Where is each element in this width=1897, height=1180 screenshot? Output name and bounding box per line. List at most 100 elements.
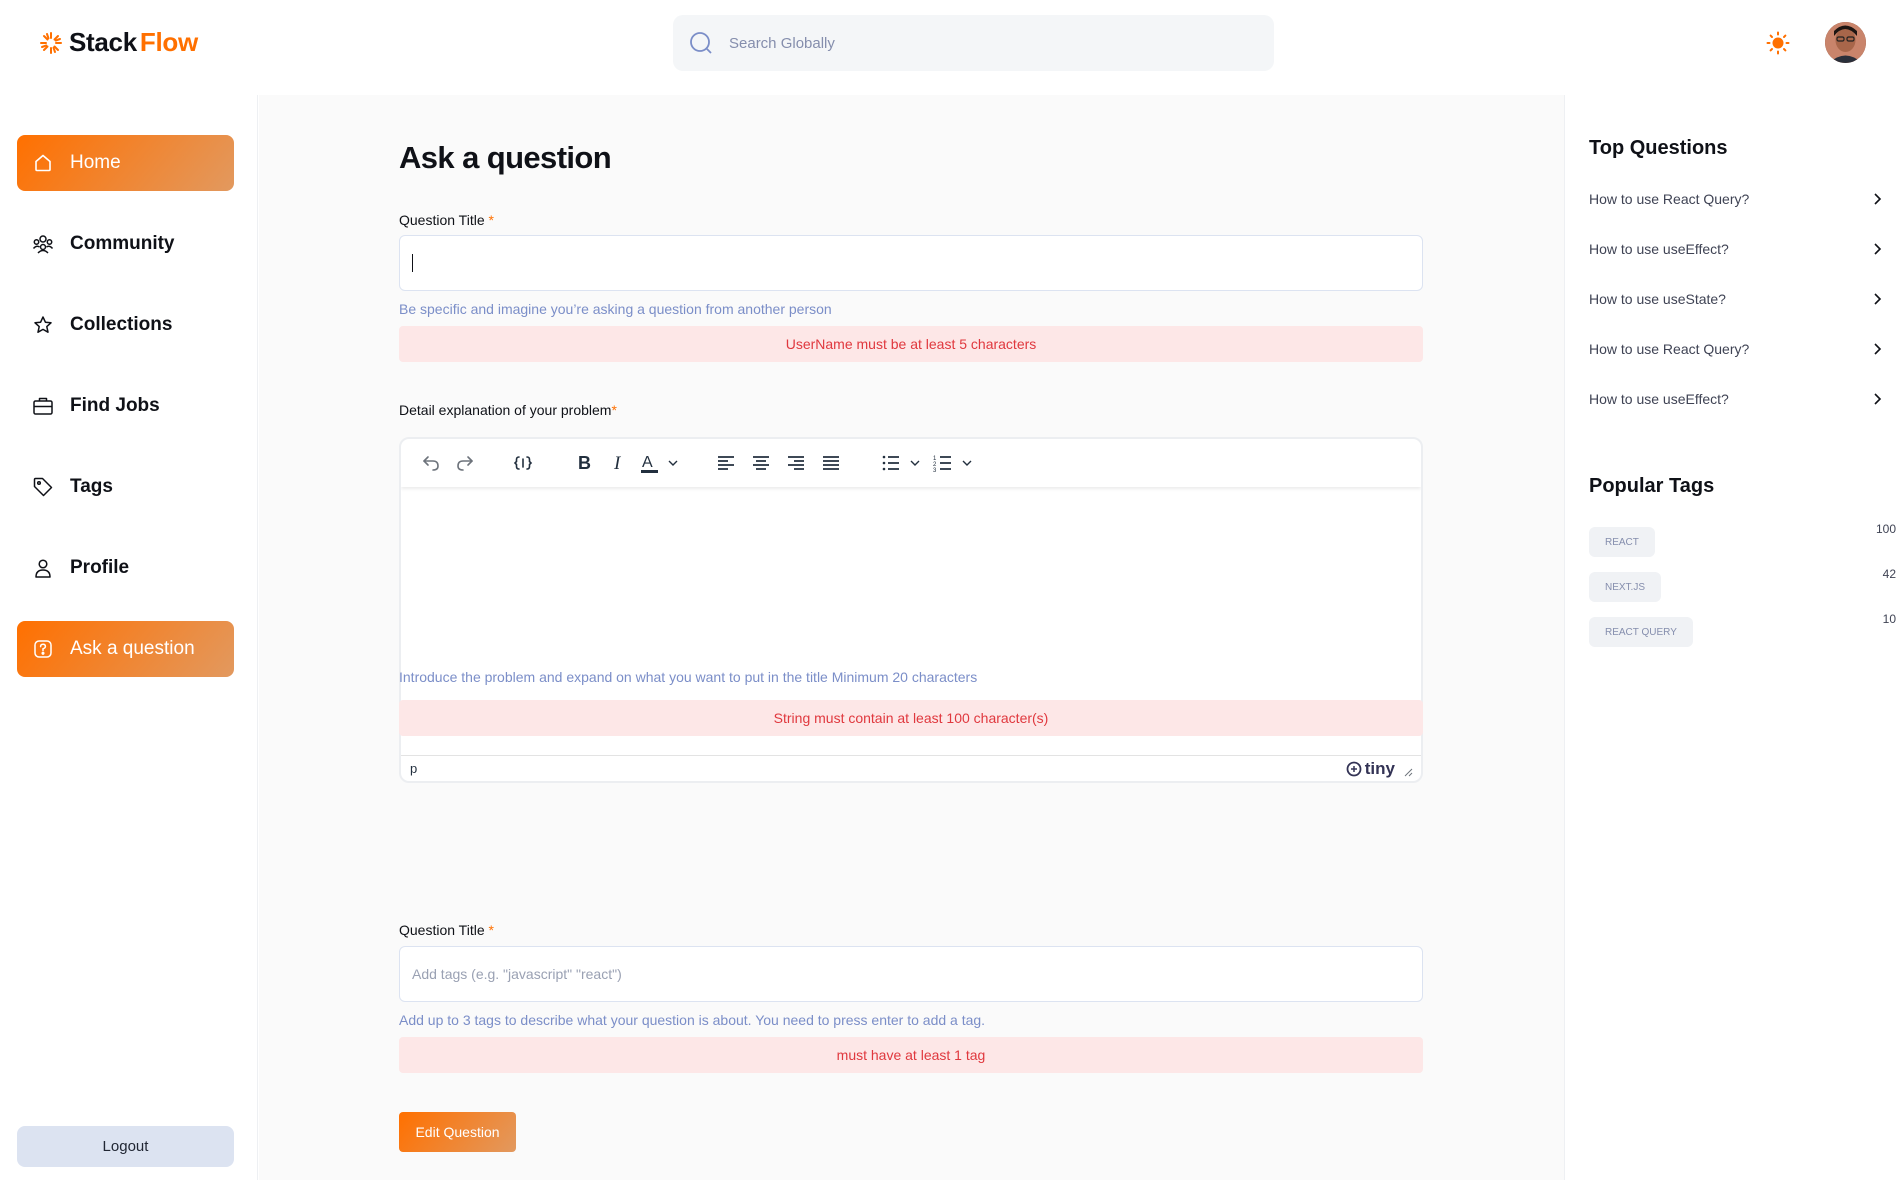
top-question-item[interactable]: How to use useEffect? <box>1589 387 1884 411</box>
sidebar-item-ask-question[interactable]: Ask a question <box>17 621 234 677</box>
text-color-icon[interactable]: A <box>639 451 681 475</box>
question-icon <box>32 638 54 660</box>
sidebar-item-label: Find Jobs <box>70 395 160 416</box>
star-icon <box>32 314 54 336</box>
required-mark: * <box>611 402 617 418</box>
tags-placeholder: Add tags (e.g. "javascript" "react") <box>412 966 622 982</box>
logout-button[interactable]: Logout <box>17 1126 234 1167</box>
tags-label: Question Title * <box>399 922 494 938</box>
text-caret <box>412 254 413 272</box>
sidebar-item-find-jobs[interactable]: Find Jobs <box>17 378 234 434</box>
user-avatar[interactable] <box>1825 22 1866 63</box>
chevron-right-icon <box>1870 192 1884 206</box>
question-title-error: UserName must be at least 5 characters <box>399 326 1423 362</box>
sidebar-item-label: Home <box>70 152 121 173</box>
sidebar-item-collections[interactable]: Collections <box>17 297 234 353</box>
tag-count: 100 <box>1875 522 1896 536</box>
main-content: Ask a question Question Title * Be speci… <box>259 95 1564 1180</box>
question-title-hint: Be specific and imagine you’re asking a … <box>399 301 832 317</box>
bullet-list-icon[interactable] <box>881 451 923 475</box>
sidebar-item-label: Community <box>70 233 175 254</box>
question-text: How to use React Query? <box>1589 191 1750 207</box>
tag-icon <box>32 476 54 498</box>
tags-error: must have at least 1 tag <box>399 1037 1423 1073</box>
sidebar-item-profile[interactable]: Profile <box>17 540 234 596</box>
label-text: Detail explanation of your problem <box>399 402 612 418</box>
svg-text:B: B <box>578 453 591 473</box>
tag-badge[interactable]: REACT QUERY <box>1589 617 1693 647</box>
popular-tags-title: Popular Tags <box>1589 475 1715 497</box>
top-question-item[interactable]: How to use React Query? <box>1589 337 1884 361</box>
briefcase-icon <box>32 395 54 417</box>
label-text: Question Title <box>399 212 485 228</box>
left-sidebar: Home Community Collections Find Jobs Tag… <box>0 95 258 1180</box>
question-text: How to use React Query? <box>1589 341 1750 357</box>
search-input[interactable]: Search Globally <box>729 35 835 52</box>
chevron-right-icon <box>1870 342 1884 356</box>
chevron-right-icon <box>1870 292 1884 306</box>
chevron-right-icon <box>1870 242 1884 256</box>
code-sample-icon[interactable] <box>511 451 535 475</box>
question-text: How to use useEffect? <box>1589 391 1729 407</box>
question-text: How to use useEffect? <box>1589 241 1729 257</box>
popular-tag-row: NEXT.JS 42 <box>1589 567 1896 604</box>
editor-statusbar: p tiny <box>401 755 1421 781</box>
logo-icon <box>40 31 62 54</box>
edit-question-button[interactable]: Edit Question <box>399 1112 516 1152</box>
detail-hint: Introduce the problem and expand on what… <box>399 669 978 685</box>
user-icon <box>32 557 54 579</box>
sidebar-item-tags[interactable]: Tags <box>17 459 234 515</box>
bold-icon[interactable]: B <box>573 451 595 475</box>
tag-badge[interactable]: NEXT.JS <box>1589 572 1662 602</box>
resize-handle-icon[interactable] <box>1404 768 1413 777</box>
required-mark: * <box>488 922 494 938</box>
sidebar-item-home[interactable]: Home <box>17 135 234 191</box>
sun-icon[interactable] <box>1766 31 1790 55</box>
sidebar-item-label: Profile <box>70 557 130 578</box>
detail-label: Detail explanation of your problem* <box>399 402 617 418</box>
brand-logo[interactable]: Stack Flow <box>40 27 198 58</box>
question-title-label: Question Title * <box>399 212 494 228</box>
top-question-item[interactable]: How to use React Query? <box>1589 187 1884 211</box>
tiny-label: tiny <box>1364 758 1395 778</box>
tag-count: 10 <box>1882 612 1896 626</box>
chevron-right-icon <box>1870 392 1884 406</box>
svg-text:3: 3 <box>933 468 937 472</box>
question-title-input[interactable] <box>399 235 1423 291</box>
tiny-brand[interactable]: tiny <box>1346 759 1413 779</box>
right-sidebar: Top Questions How to use React Query? Ho… <box>1564 95 1897 1180</box>
users-icon <box>32 233 54 255</box>
brand-name-second: Flow <box>139 27 198 57</box>
redo-icon[interactable] <box>453 451 477 475</box>
detail-error: String must contain at least 100 charact… <box>399 700 1423 736</box>
element-path[interactable]: p <box>410 761 417 776</box>
undo-icon[interactable] <box>419 451 443 475</box>
align-left-icon[interactable] <box>715 451 737 475</box>
tiny-logo-icon <box>1346 761 1362 777</box>
sidebar-item-label: Collections <box>70 314 173 335</box>
numbered-list-icon[interactable]: 1 2 3 <box>933 451 975 475</box>
label-text: Question Title <box>399 922 485 938</box>
tag-badge[interactable]: REACT <box>1589 527 1655 557</box>
align-center-icon[interactable] <box>750 451 772 475</box>
svg-text:A: A <box>642 454 653 471</box>
top-questions-title: Top Questions <box>1589 137 1728 159</box>
tags-input[interactable]: Add tags (e.g. "javascript" "react") <box>399 946 1423 1002</box>
question-text: How to use useState? <box>1589 291 1726 307</box>
search-icon <box>689 31 713 55</box>
home-icon <box>32 152 54 174</box>
required-mark: * <box>488 212 494 228</box>
top-question-item[interactable]: How to use useState? <box>1589 287 1884 311</box>
sidebar-item-community[interactable]: Community <box>17 216 234 272</box>
top-question-item[interactable]: How to use useEffect? <box>1589 237 1884 261</box>
popular-tag-row: REACT 100 <box>1589 522 1896 559</box>
global-search[interactable]: Search Globally <box>673 15 1274 71</box>
page-title: Ask a question <box>399 140 612 175</box>
tags-hint: Add up to 3 tags to describe what your q… <box>399 1012 986 1028</box>
editor-toolbar: B I A 1 2 3 <box>401 439 1421 487</box>
align-right-icon[interactable] <box>785 451 807 475</box>
align-justify-icon[interactable] <box>820 451 842 475</box>
tag-count: 42 <box>1882 567 1896 581</box>
italic-icon[interactable]: I <box>607 451 629 475</box>
brand-name-first: Stack <box>69 27 137 57</box>
